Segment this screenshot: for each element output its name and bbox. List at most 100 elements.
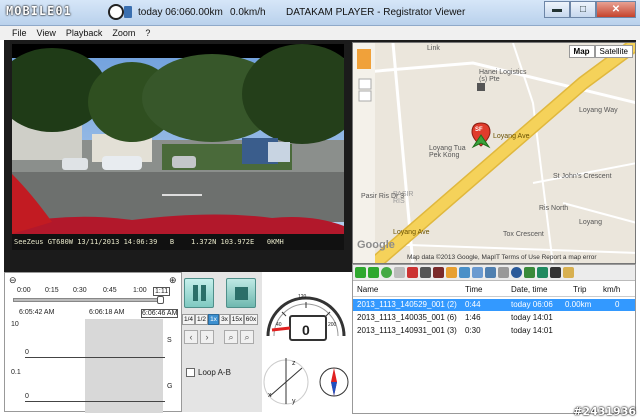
column-time[interactable]: Time	[465, 285, 482, 294]
speed-1x-button[interactable]: 1x	[208, 314, 219, 325]
column-name[interactable]: Name	[357, 285, 378, 294]
stop-icon	[235, 287, 248, 300]
map-type-satellite-button[interactable]: Satellite	[594, 45, 633, 58]
file-row[interactable]: 2013_1113_140035_001 (6) 1:46 today 14:0…	[353, 312, 635, 324]
prev-icon[interactable]: ‹	[184, 330, 198, 344]
delete-icon[interactable]	[407, 267, 418, 278]
file-duration: 1:46	[465, 313, 481, 322]
file-name: 2013_1113_140931_001 (3)	[357, 326, 457, 335]
column-kmh[interactable]: km/h	[603, 285, 620, 294]
window-icon[interactable]	[485, 267, 496, 278]
map-marker-label: SF	[475, 127, 483, 133]
arrow-icon[interactable]	[446, 267, 457, 278]
file-row[interactable]: 2013_1113_140931_001 (3) 0:30 today 14:0…	[353, 325, 635, 337]
fullscreen-icon[interactable]	[550, 267, 561, 278]
magnify-plus-icon[interactable]: ⌕	[240, 330, 254, 344]
axis-z-label: z	[292, 360, 296, 367]
file-speed: 0	[615, 300, 620, 309]
speed-15x-button[interactable]: 15x	[230, 314, 244, 325]
next-icon[interactable]: ›	[200, 330, 214, 344]
pause-button[interactable]	[184, 278, 214, 308]
remove-icon[interactable]	[368, 267, 379, 278]
chart-icon[interactable]	[524, 267, 535, 278]
map-type-map-button[interactable]: Map	[568, 45, 595, 58]
map-label-loyang-ave-2: Loyang Ave	[393, 229, 430, 236]
stop-button[interactable]	[226, 278, 256, 308]
graph-time-end: 6:06:46 AM	[141, 309, 179, 318]
minimize-button[interactable]: ▬	[544, 1, 570, 18]
watermark: #2431936	[573, 405, 636, 418]
map-icon[interactable]	[459, 267, 470, 278]
add-icon[interactable]	[355, 267, 366, 278]
settings-icon[interactable]	[537, 267, 548, 278]
menu-zoom[interactable]: Zoom	[112, 26, 135, 40]
speed-quarter-button[interactable]: 1/4	[182, 314, 195, 325]
graph-time-start: 6:05:42 AM	[19, 309, 55, 316]
speed-60x-button[interactable]: 60x	[244, 314, 258, 325]
graph-lane-s-label: S	[167, 337, 172, 344]
close-button[interactable]: ✕	[596, 1, 636, 18]
map-label-loyang-ave: Loyang Ave	[493, 133, 530, 140]
file-date: today 14:01	[511, 326, 553, 335]
menu-view[interactable]: View	[37, 26, 56, 40]
column-date-time[interactable]: Date, time	[511, 285, 547, 294]
window-title: DATAKAM PLAYER - Registrator Viewer	[286, 7, 466, 18]
timeline-tick: 0:00	[17, 287, 31, 294]
google-logo: Google	[357, 239, 395, 251]
map-panel[interactable]: Link Hanei Logistics (s) Pte Loyang Tua …	[352, 42, 636, 264]
graph-lane-g-label: G	[167, 383, 173, 390]
zoom-in-icon[interactable]: ⊕	[169, 275, 177, 286]
timeline-tick: 0:30	[73, 287, 87, 294]
graph-panel[interactable]: ⊖ ⊕ 0:00 0:15 0:30 0:45 1:00 1:11 6:05:4…	[4, 272, 182, 413]
magnify-minus-icon[interactable]: ⌕	[224, 330, 238, 344]
file-name: 2013_1113_140529_001 (2)	[357, 300, 457, 309]
speed-half-button[interactable]: 1/2	[195, 314, 208, 325]
loop-ab-checkbox[interactable]	[186, 368, 195, 377]
video-player[interactable]	[12, 44, 344, 250]
timeline-current: 1:11	[153, 287, 171, 296]
refresh-icon[interactable]	[381, 267, 392, 278]
layers-icon[interactable]	[472, 267, 483, 278]
file-row[interactable]: 2013_1113_140529_001 (2) 0:44 today 06:0…	[353, 299, 635, 311]
title-time: today 06:06	[138, 7, 191, 18]
map-label-loyang-way: Loyang Way	[579, 107, 618, 114]
speed-gauge: 0 40 120 200 z x y	[262, 272, 350, 412]
menu-bar: File View Playback Zoom ?	[0, 26, 640, 40]
gauge-mark: 40	[276, 322, 282, 328]
graph-time-mid: 6:06:18 AM	[89, 309, 125, 316]
timeline-scrubber[interactable]	[13, 298, 163, 302]
scrubber-handle[interactable]	[157, 296, 164, 304]
timeline-tick: 1:00	[133, 287, 147, 294]
column-trip[interactable]: Trip	[573, 285, 586, 294]
copy-icon[interactable]	[394, 267, 405, 278]
menu-file[interactable]: File	[12, 26, 27, 40]
menu-help[interactable]: ?	[145, 26, 150, 40]
file-name: 2013_1113_140035_001 (6)	[357, 313, 457, 322]
map-label-link: Link	[427, 45, 440, 52]
playback-controls: 1/4 1/2 1x 3x 15x 60x ‹ › ⌕ ⌕ Loop A-B	[182, 272, 262, 412]
maximize-button[interactable]: □	[570, 1, 596, 18]
speed-readout: 0	[302, 322, 310, 338]
speed-3x-button[interactable]: 3x	[219, 314, 230, 325]
gauge-dial	[263, 296, 349, 405]
export-icon[interactable]	[433, 267, 444, 278]
timeline-tick: 0:15	[45, 287, 59, 294]
axis-x-label: x	[268, 392, 272, 399]
menu-playback[interactable]: Playback	[66, 26, 103, 40]
graph-y-mid: 0	[25, 349, 29, 356]
globe-icon[interactable]	[511, 267, 522, 278]
grid-icon[interactable]	[498, 267, 509, 278]
zoom-out-icon[interactable]: ⊖	[9, 275, 17, 286]
map-label-st-john: St John's Crescent	[553, 173, 612, 180]
file-duration: 0:44	[465, 300, 481, 309]
map-data-notice[interactable]: Map data ©2013 Google, MapIT Terms of Us…	[407, 254, 597, 261]
graph-highlight-band	[85, 319, 163, 413]
save-icon[interactable]	[420, 267, 431, 278]
map-label-pasir-ris-dr3: Pasir Ris Dr 3	[361, 193, 405, 200]
folder-icon[interactable]	[563, 267, 574, 278]
timeline-tick: 0:45	[103, 287, 117, 294]
file-date: today 14:01	[511, 313, 553, 322]
graph-baseline-s	[25, 357, 165, 358]
map-label-hanei: Hanei Logistics (s) Pte	[479, 69, 527, 83]
title-bar: MOBILE01 today 06:06 0.00km 0.0km/h DATA…	[0, 0, 640, 26]
